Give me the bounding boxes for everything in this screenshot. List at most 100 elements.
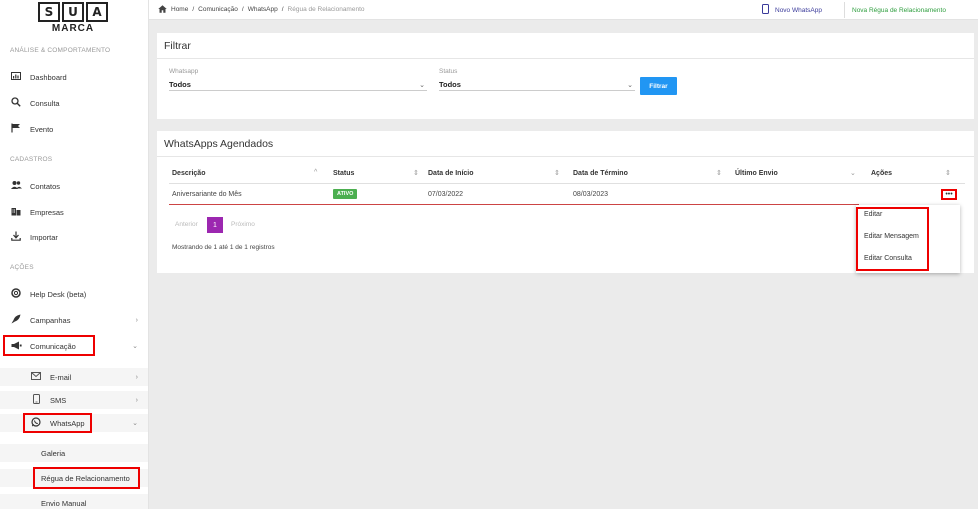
sort-icon[interactable]: ⇕ xyxy=(716,169,722,177)
sidebar-subitem-sms[interactable]: SMS › xyxy=(0,391,148,409)
sidebar-item-label: E-mail xyxy=(50,372,72,382)
filtrar-button[interactable]: Filtrar xyxy=(640,77,677,95)
column-header-termino[interactable]: Data de Término xyxy=(573,170,628,177)
table-panel: WhatsApps Agendados Descrição ^ Status ⇕… xyxy=(157,131,974,273)
sidebar-subitem-email[interactable]: E-mail › xyxy=(0,368,148,386)
sidebar-item-label: Evento xyxy=(30,124,54,134)
breadcrumb-home[interactable]: Home xyxy=(171,6,188,13)
cell-inicio: 07/03/2022 xyxy=(428,191,464,198)
sidebar: S U A MARCA ANÁLISE & COMPORTAMENTO Dash… xyxy=(0,0,149,509)
phone-icon xyxy=(762,4,769,16)
sidebar-item-contatos[interactable]: Contatos xyxy=(0,177,148,195)
row-selected-underline xyxy=(169,204,859,205)
logo-letter: U xyxy=(62,2,84,22)
chevron-right-icon: › xyxy=(135,373,138,381)
filter-title: Filtrar xyxy=(164,40,191,52)
sidebar-item-campanhas[interactable]: Campanhas › xyxy=(0,311,148,329)
sort-icon[interactable]: ⇕ xyxy=(413,169,419,177)
breadcrumb-comunicacao[interactable]: Comunicação xyxy=(198,6,238,13)
sort-desc-icon[interactable]: ⌄ xyxy=(850,169,856,177)
chevron-down-icon: ⌄ xyxy=(419,81,425,89)
status-filter-value: Todos xyxy=(439,80,461,89)
chevron-down-icon: ⌄ xyxy=(132,420,138,427)
search-icon xyxy=(10,97,22,109)
actions-dropdown-menu: Editar Editar Mensagem Editar Consulta xyxy=(856,205,960,273)
sidebar-item-label: Consulta xyxy=(30,98,60,108)
breadcrumb-separator: / xyxy=(241,6,244,13)
column-header-status[interactable]: Status xyxy=(333,170,354,177)
sort-icon[interactable]: ⇕ xyxy=(554,169,560,177)
section-label-cadastros: CADASTROS xyxy=(10,156,53,163)
upload-icon xyxy=(10,231,22,243)
home-icon[interactable] xyxy=(158,4,167,15)
sidebar-item-label: Campanhas xyxy=(30,315,71,325)
whatsapp-filter-select[interactable]: Todos ⌄ xyxy=(169,79,427,91)
sidebar-item-dashboard[interactable]: Dashboard xyxy=(0,68,148,86)
brand-logo[interactable]: S U A MARCA xyxy=(35,2,111,34)
sidebar-item-importar[interactable]: Importar xyxy=(0,228,148,246)
breadcrumb-whatsapp[interactable]: WhatsApp xyxy=(248,6,278,13)
breadcrumb: Home / Comunicação / WhatsApp / Régua de… xyxy=(158,4,365,15)
divider xyxy=(157,58,974,59)
nova-regua-button[interactable]: Nova Régua de Relacionamento xyxy=(852,4,946,16)
sort-asc-icon[interactable]: ^ xyxy=(314,169,317,176)
topbar: Home / Comunicação / WhatsApp / Régua de… xyxy=(149,0,978,20)
users-icon xyxy=(10,180,22,192)
logo-text: MARCA xyxy=(51,23,95,34)
menu-item-editar-mensagem[interactable]: Editar Mensagem xyxy=(864,233,919,240)
nova-regua-label: Nova Régua de Relacionamento xyxy=(852,6,946,14)
rocket-icon xyxy=(10,314,22,326)
cell-termino: 08/03/2023 xyxy=(573,191,609,198)
highlight-regua xyxy=(33,467,140,489)
column-header-descricao[interactable]: Descrição xyxy=(172,170,205,177)
records-info: Mostrando de 1 até 1 de 1 registros xyxy=(172,244,275,251)
chevron-right-icon: › xyxy=(135,396,138,404)
section-label-analise: ANÁLISE & COMPORTAMENTO xyxy=(10,47,111,54)
more-actions-button[interactable]: ••• xyxy=(941,189,957,200)
menu-item-editar[interactable]: Editar xyxy=(864,211,882,218)
sidebar-item-empresas[interactable]: Empresas xyxy=(0,203,148,221)
column-header-ultimo[interactable]: Último Envio xyxy=(735,170,778,177)
sidebar-item-consulta[interactable]: Consulta xyxy=(0,94,148,112)
divider xyxy=(169,183,965,184)
breadcrumb-current: Régua de Relacionamento xyxy=(287,6,365,13)
breadcrumb-separator: / xyxy=(281,6,284,13)
sidebar-item-label: Envio Manual xyxy=(41,498,87,508)
menu-item-editar-consulta[interactable]: Editar Consulta xyxy=(864,255,912,262)
pager-prev[interactable]: Anterior xyxy=(175,221,198,228)
whatsapp-filter-label: Whatsapp xyxy=(169,68,199,75)
novo-whatsapp-button[interactable]: Novo WhatsApp xyxy=(762,4,822,16)
breadcrumb-separator: / xyxy=(192,6,195,13)
chevron-down-icon: ⌄ xyxy=(132,343,138,350)
sidebar-item-label: Empresas xyxy=(30,207,64,217)
topbar-divider xyxy=(844,2,845,18)
lifebuoy-icon xyxy=(10,288,22,300)
section-label-acoes: AÇÕES xyxy=(10,264,34,271)
building-icon xyxy=(10,206,22,218)
highlight-whatsapp xyxy=(23,413,92,433)
sort-icon[interactable]: ⇕ xyxy=(945,169,951,177)
pager-page-current[interactable]: 1 xyxy=(207,217,223,233)
column-header-acoes: Ações xyxy=(871,170,893,177)
status-filter-label: Status xyxy=(439,68,458,75)
sidebar-item-evento[interactable]: Evento xyxy=(0,120,148,138)
flag-icon xyxy=(10,123,22,135)
status-filter-select[interactable]: Todos ⌄ xyxy=(439,79,635,91)
table-title: WhatsApps Agendados xyxy=(164,138,274,150)
sidebar-subitem-envio-manual[interactable]: Envio Manual xyxy=(0,494,148,509)
envelope-icon xyxy=(30,372,42,382)
sidebar-item-label: Contatos xyxy=(30,181,61,191)
phone-icon xyxy=(30,394,42,406)
chevron-right-icon: › xyxy=(135,316,138,324)
divider xyxy=(157,156,974,157)
novo-whatsapp-label: Novo WhatsApp xyxy=(775,6,822,14)
sidebar-item-label: Help Desk (beta) xyxy=(30,289,87,299)
logo-letter: A xyxy=(86,2,108,22)
pager-next[interactable]: Próximo xyxy=(231,221,255,228)
sidebar-item-helpdesk[interactable]: Help Desk (beta) xyxy=(0,285,148,303)
column-header-inicio[interactable]: Data de Início xyxy=(428,170,474,177)
sidebar-subitem-galeria[interactable]: Galeria xyxy=(0,444,148,462)
chart-icon xyxy=(10,72,22,82)
sidebar-item-label: Importar xyxy=(30,232,58,242)
chevron-down-icon: ⌄ xyxy=(627,81,633,89)
